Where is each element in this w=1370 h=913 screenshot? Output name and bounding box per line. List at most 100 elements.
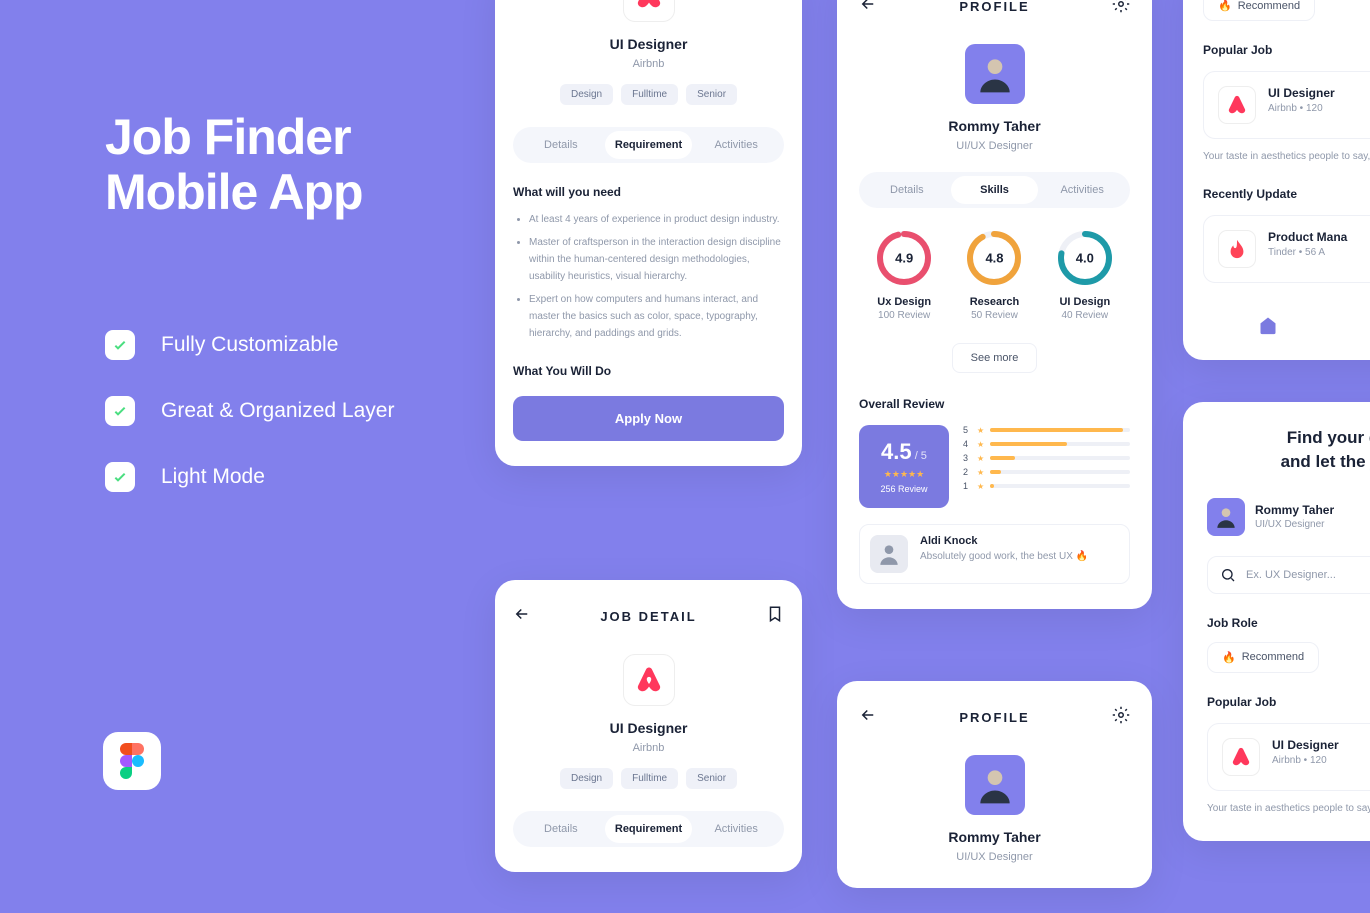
bookmark-icon[interactable] — [766, 605, 784, 628]
star-icons: ★★★★★ — [871, 469, 937, 480]
tag: Senior — [686, 768, 737, 789]
section-heading: Recently Update — [1203, 187, 1370, 201]
list-item: Expert on how computers and humans inter… — [529, 291, 784, 342]
tab-skills[interactable]: Skills — [951, 176, 1039, 204]
gear-icon[interactable] — [1112, 0, 1130, 18]
rating-bars: 5★ 4★ 3★ 2★ 1★ — [963, 425, 1130, 508]
user-row: Rommy Taher UI/UX Designer — [1207, 498, 1370, 536]
company-logo — [1218, 86, 1256, 124]
feature-text: Fully Customizable — [161, 333, 338, 357]
user-role: UI/UX Designer — [1255, 519, 1334, 530]
job-card[interactable]: UI Designer Airbnb • 120 — [1203, 71, 1370, 139]
tab-requirement[interactable]: Requirement — [605, 131, 693, 159]
tab-details[interactable]: Details — [863, 176, 951, 204]
page-title: JOB DETAIL — [600, 609, 696, 624]
job-description: Your taste in aesthetics people to say, … — [1207, 801, 1370, 817]
tag: Senior — [686, 84, 737, 105]
company-logo — [623, 654, 675, 706]
home-card: 🔥 Recommend Popular Job UI Designer Airb… — [1183, 0, 1370, 360]
profile-role: UI/UX Designer — [859, 140, 1130, 152]
see-more-button[interactable]: See more — [952, 343, 1038, 373]
feature-text: Light Mode — [161, 465, 265, 489]
tag: Fulltime — [621, 84, 678, 105]
avatar — [965, 755, 1025, 815]
tag-row: Design Fulltime Senior — [513, 768, 784, 789]
tab-details[interactable]: Details — [517, 815, 605, 843]
tab-details[interactable]: Details — [517, 131, 605, 159]
avatar — [1207, 498, 1245, 536]
rating-bar-row: 1★ — [963, 481, 1130, 491]
job-title: UI Designer — [513, 36, 784, 52]
section-heading: Popular Job — [1207, 695, 1370, 709]
search-icon — [1220, 567, 1236, 583]
profile-card: PROFILE Rommy Taher UI/UX Designer — [837, 681, 1152, 888]
figma-icon — [103, 732, 161, 790]
avatar — [870, 535, 908, 573]
hero-title: Job Finder Mobile App — [105, 110, 495, 220]
review-item: Aldi Knock Absolutely good work, the bes… — [859, 524, 1130, 584]
tab-requirement[interactable]: Requirement — [605, 815, 693, 843]
tag: Design — [560, 84, 613, 105]
check-icon — [105, 462, 135, 492]
profile-role: UI/UX Designer — [859, 851, 1130, 863]
section-heading: Job Role — [1207, 616, 1370, 630]
section-heading: Popular Job — [1203, 43, 1370, 57]
job-card-title: UI Designer — [1272, 738, 1339, 752]
review-text: Absolutely good work, the best UX 🔥 — [920, 551, 1088, 562]
check-icon — [105, 396, 135, 426]
avatar — [965, 44, 1025, 104]
recommend-chip[interactable]: 🔥 Recommend — [1203, 0, 1315, 21]
section-heading: What will you need — [513, 185, 784, 199]
feature-item: Fully Customizable — [105, 330, 495, 360]
search-input[interactable]: Ex. UX Designer... — [1207, 556, 1370, 594]
company-name: Airbnb — [513, 742, 784, 754]
review-count: 256 Review — [871, 484, 937, 494]
reviewer-name: Aldi Knock — [920, 535, 1088, 547]
score-value: 4.5 — [881, 439, 912, 464]
skill-item: 4.0 UI Design40 Review — [1057, 230, 1113, 321]
requirements-list: At least 4 years of experience in produc… — [513, 211, 784, 342]
rating-bar-row: 5★ — [963, 425, 1130, 435]
skills-row: 4.9 Ux Design100 Review 4.8 Research50 R… — [859, 230, 1130, 321]
tab-activities[interactable]: Activities — [1038, 176, 1126, 204]
tab-activities[interactable]: Activities — [692, 815, 780, 843]
list-item: At least 4 years of experience in produc… — [529, 211, 784, 228]
find-title: Find your d and let the jo — [1207, 426, 1370, 474]
overall-review: 4.5 / 5 ★★★★★ 256 Review 5★ 4★ 3★ 2★ 1★ — [859, 425, 1130, 508]
feature-item: Great & Organized Layer — [105, 396, 495, 426]
tag: Fulltime — [621, 768, 678, 789]
section-heading: Overall Review — [859, 397, 1130, 411]
profile-name: Rommy Taher — [859, 118, 1130, 134]
back-icon[interactable] — [859, 706, 877, 729]
job-card-meta: Airbnb • 120 — [1268, 103, 1335, 114]
tab-bar: Details Requirement Activities — [513, 127, 784, 163]
job-detail-card: JOB DETAIL UI Designer Airbnb Design Ful… — [495, 580, 802, 872]
gear-icon[interactable] — [1112, 706, 1130, 729]
page-title: PROFILE — [959, 710, 1029, 725]
rating-bar-row: 2★ — [963, 467, 1130, 477]
check-icon — [105, 330, 135, 360]
job-card[interactable]: UI Designer Airbnb • 120 — [1207, 723, 1370, 791]
feature-list: Fully Customizable Great & Organized Lay… — [105, 330, 495, 492]
tab-activities[interactable]: Activities — [692, 131, 780, 159]
rating-bar-row: 4★ — [963, 439, 1130, 449]
rating-bar-row: 3★ — [963, 453, 1130, 463]
company-logo — [623, 0, 675, 22]
job-card[interactable]: Product Mana Tinder • 56 A — [1203, 215, 1370, 283]
job-card-title: UI Designer — [1268, 86, 1335, 100]
feature-text: Great & Organized Layer — [161, 399, 394, 423]
company-name: Airbnb — [513, 58, 784, 70]
apply-button[interactable]: Apply Now — [513, 396, 784, 441]
back-icon[interactable] — [859, 0, 877, 18]
tag-row: Design Fulltime Senior — [513, 84, 784, 105]
search-placeholder: Ex. UX Designer... — [1246, 569, 1336, 581]
tab-bar: Details Requirement Activities — [513, 811, 784, 847]
feature-item: Light Mode — [105, 462, 495, 492]
skill-item: 4.8 Research50 Review — [966, 230, 1022, 321]
recommend-chip[interactable]: 🔥 Recommend — [1207, 642, 1319, 673]
job-detail-card: UI Designer Airbnb Design Fulltime Senio… — [495, 0, 802, 466]
score-card: 4.5 / 5 ★★★★★ 256 Review — [859, 425, 949, 508]
back-icon[interactable] — [513, 605, 531, 628]
tag: Design — [560, 768, 613, 789]
home-icon[interactable] — [1258, 315, 1278, 340]
